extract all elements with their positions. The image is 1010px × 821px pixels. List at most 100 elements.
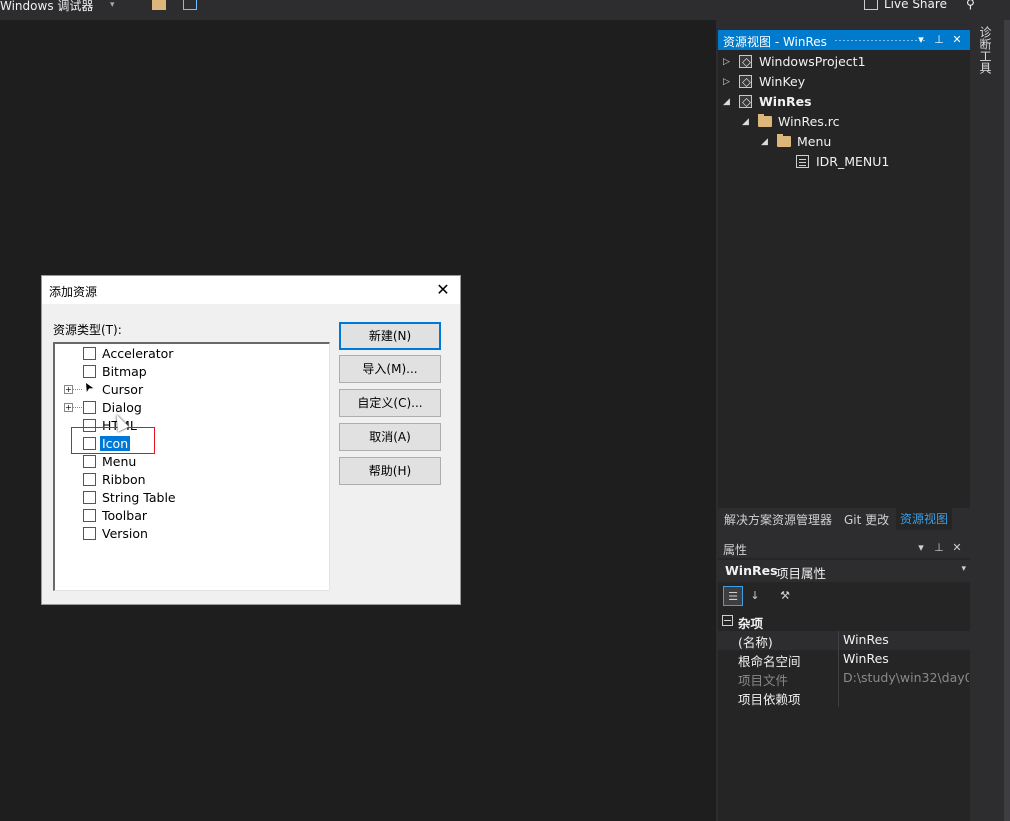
collapse-arrow-icon[interactable]: ◢ (723, 96, 733, 108)
list-item-label: Ribbon (102, 472, 146, 487)
top-toolbar: Windows 调试器 ▾ Live Share ⚲ (0, 0, 1010, 20)
tree-item-winres-rc[interactable]: ◢ WinRes.rc (718, 112, 968, 132)
properties-panel: 属性 ▾ ⊥ ✕ WinRes 项目属性 ▾ ☰ ↓ ⚒ 杂项 (名称) Win… (718, 538, 970, 821)
account-icon[interactable]: ⚲ (966, 0, 975, 11)
list-item-label: Accelerator (102, 346, 174, 361)
property-key: 根命名空间 (738, 654, 801, 669)
debugger-dropdown[interactable]: Windows 调试器 (0, 0, 93, 14)
dialog-titlebar[interactable]: 添加资源 ✕ (42, 276, 460, 304)
close-icon[interactable]: ✕ (950, 540, 964, 556)
tree-item-idr-menu1[interactable]: IDR_MENU1 (718, 152, 968, 172)
expand-plus-icon[interactable]: + (64, 385, 73, 394)
cancel-button[interactable]: 取消(A) (339, 423, 441, 451)
resource-project-icon (739, 95, 752, 108)
property-row[interactable]: 项目文件 D:\study\win32\day03 (718, 669, 970, 688)
expand-arrow-icon[interactable]: ▷ (723, 76, 733, 88)
list-item-ribbon[interactable]: Ribbon (55, 471, 325, 489)
collapse-arrow-icon[interactable]: ◢ (761, 136, 771, 148)
chevron-down-icon[interactable]: ▾ (961, 564, 966, 574)
toolbar-resource-icon (83, 509, 96, 522)
tree-item-winres[interactable]: ◢ WinRes (718, 92, 968, 112)
resource-types-list[interactable]: Accelerator Bitmap + Cursor + Dialog HTM… (53, 342, 330, 591)
help-button[interactable]: 帮助(H) (339, 457, 441, 485)
cursor-resource-icon (83, 383, 96, 396)
dropdown-icon[interactable]: ▾ (914, 540, 928, 556)
highlight-box (71, 427, 155, 454)
alphabetical-icon[interactable]: ↓ (745, 586, 765, 606)
object-selector[interactable]: WinRes 项目属性 ▾ (718, 560, 970, 582)
property-value: D:\study\win32\day03 (843, 670, 969, 685)
live-share-button[interactable]: Live Share (884, 0, 947, 11)
vertical-scrollbar[interactable] (1004, 20, 1010, 821)
custom-button[interactable]: 自定义(C)... (339, 389, 441, 417)
category-label: 杂项 (738, 616, 764, 631)
list-item-accelerator[interactable]: Accelerator (55, 345, 325, 363)
divider (838, 650, 839, 669)
new-button[interactable]: 新建(N) (339, 322, 441, 350)
list-item-cursor[interactable]: + Cursor (55, 381, 325, 399)
tree-item-menu-folder[interactable]: ◢ Menu (718, 132, 968, 152)
list-item-menu[interactable]: Menu (55, 453, 325, 471)
tree-item-winkey[interactable]: ▷ WinKey (718, 72, 968, 92)
dropdown-icon[interactable]: ▾ (914, 32, 928, 48)
list-item-label: Bitmap (102, 364, 147, 379)
list-item-version[interactable]: Version (55, 525, 325, 543)
tree-item-label: WindowsProject1 (759, 54, 866, 69)
list-item-label: Menu (102, 454, 137, 469)
diagnostic-tools-tab[interactable]: 诊断工具 (976, 26, 992, 74)
collapse-arrow-icon[interactable]: ◢ (742, 116, 752, 128)
pin-icon[interactable]: ⊥ (932, 540, 946, 556)
pin-icon[interactable]: ⊥ (932, 32, 946, 48)
categorized-icon[interactable]: ☰ (723, 586, 743, 606)
list-item-dialog[interactable]: + Dialog (55, 399, 325, 417)
property-key: 项目依赖项 (738, 692, 801, 707)
list-item-label: Cursor (102, 382, 144, 397)
expand-plus-icon[interactable]: + (64, 403, 73, 412)
property-row[interactable]: 根命名空间 WinRes (718, 650, 970, 669)
dialog-title: 添加资源 (49, 285, 98, 299)
import-button[interactable]: 导入(M)... (339, 355, 441, 383)
list-item-label: String Table (102, 490, 176, 505)
tree-item-windowsproject1[interactable]: ▷ WindowsProject1 (718, 52, 968, 72)
share-icon[interactable] (864, 0, 878, 10)
resource-project-icon (739, 55, 752, 68)
folder-icon (777, 134, 791, 147)
expand-arrow-icon[interactable]: ▷ (723, 56, 733, 68)
tree-item-label: IDR_MENU1 (816, 154, 890, 169)
properties-title: 属性 (723, 543, 748, 557)
properties-titlebar: 属性 ▾ ⊥ ✕ (718, 538, 970, 558)
property-value: WinRes (843, 632, 889, 647)
tree-line (73, 407, 82, 408)
home-icon[interactable] (183, 0, 197, 10)
close-icon[interactable]: ✕ (950, 32, 964, 48)
property-row[interactable]: (名称) WinRes (718, 631, 970, 650)
vertical-tool-strip: 诊断工具 (970, 20, 1010, 821)
collapse-box-icon[interactable] (722, 615, 733, 626)
menu-resource-icon (796, 155, 809, 168)
property-row[interactable]: 项目依赖项 (718, 688, 970, 707)
resource-view-panel: 资源视图 - WinRes ▾ ⊥ ✕ ▷ WindowsProject1 ▷ … (718, 30, 970, 508)
tab-git-changes[interactable]: Git 更改 (844, 511, 889, 528)
list-item-bitmap[interactable]: Bitmap (55, 363, 325, 381)
folder-search-icon[interactable] (152, 0, 166, 10)
chevron-down-icon[interactable]: ▾ (110, 0, 115, 10)
folder-icon (758, 114, 772, 127)
property-key: (名称) (738, 635, 773, 650)
property-category[interactable]: 杂项 (718, 612, 970, 631)
property-key: 项目文件 (738, 673, 789, 688)
tab-resource-view[interactable]: 资源视图 (896, 508, 953, 530)
list-item-label: Version (102, 526, 148, 541)
string-table-icon (83, 491, 96, 504)
property-pages-icon[interactable]: ⚒ (775, 586, 795, 606)
resource-view-titlebar: 资源视图 - WinRes ▾ ⊥ ✕ (718, 30, 970, 50)
accelerator-icon (83, 347, 96, 360)
resource-view-title: 资源视图 - WinRes (723, 35, 827, 49)
title-grip[interactable] (834, 39, 926, 42)
list-item-toolbar[interactable]: Toolbar (55, 507, 325, 525)
tab-solution-explorer[interactable]: 解决方案资源管理器 (724, 511, 832, 528)
property-value: WinRes (843, 651, 889, 666)
bitmap-icon (83, 365, 96, 378)
close-icon[interactable]: ✕ (432, 279, 454, 301)
list-item-string-table[interactable]: String Table (55, 489, 325, 507)
tree-item-label: WinKey (759, 74, 806, 89)
